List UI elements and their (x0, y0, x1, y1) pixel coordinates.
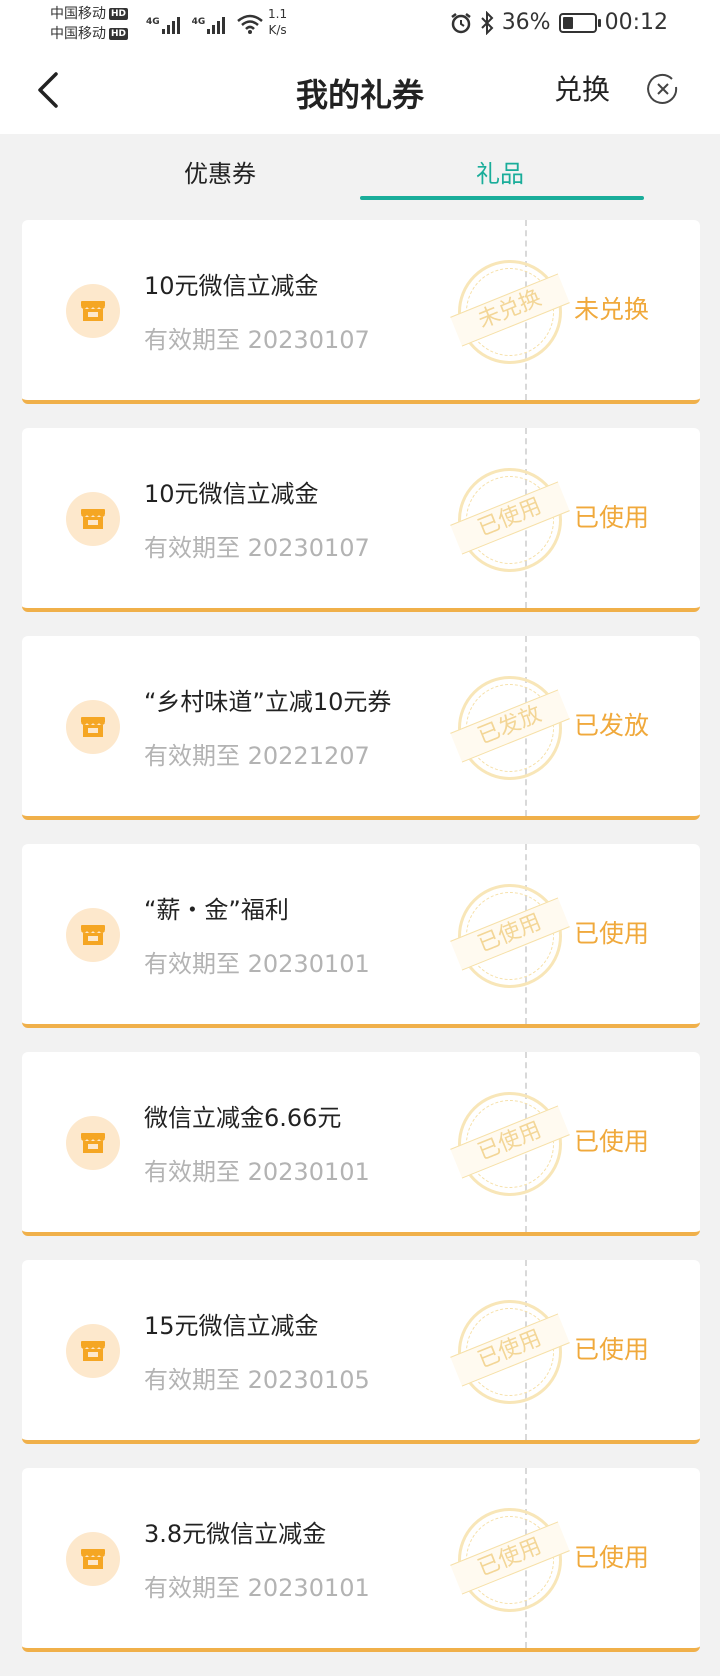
gift-title: 10元微信立减金 (144, 272, 319, 300)
gift-expiry-date: 有效期至 20230101 (144, 950, 370, 978)
shop-icon (66, 1532, 120, 1586)
signal-icon: 4G (146, 17, 180, 34)
network-type: 4G (146, 17, 160, 27)
gift-title: “薪・金”福利 (144, 896, 289, 924)
gift-card[interactable]: 10元微信立减金 有效期至 20230107 已使用 已使用 (22, 428, 700, 612)
status-stamp: 已发放 (450, 676, 570, 780)
tab-gift[interactable]: 礼品 (360, 154, 640, 189)
gift-expiry-date: 有效期至 20230107 (144, 326, 370, 354)
gift-list: 10元微信立减金 有效期至 20230107 未兑换 未兑换 10元微信立减金 … (22, 220, 700, 1676)
gift-expiry-date: 有效期至 20230105 (144, 1366, 370, 1394)
gift-title: 10元微信立减金 (144, 480, 319, 508)
gift-title: 15元微信立减金 (144, 1312, 319, 1340)
tab-coupon[interactable]: 优惠券 (80, 154, 360, 189)
status-stamp: 已使用 (450, 1092, 570, 1196)
gift-card[interactable]: 15元微信立减金 有效期至 20230105 已使用 已使用 (22, 1260, 700, 1444)
gift-status[interactable]: 已使用 (574, 498, 649, 534)
carrier-info: 中国移动 HD 中国移动 HD (50, 4, 129, 44)
gift-expiry-date: 有效期至 20230101 (144, 1574, 370, 1602)
hd-badge: HD (109, 28, 129, 40)
bluetooth-icon (480, 10, 494, 35)
gift-status[interactable]: 已使用 (574, 1122, 649, 1158)
gift-card[interactable]: 10元微信立减金 有效期至 20230107 未兑换 未兑换 (22, 220, 700, 404)
exchange-button[interactable]: 兑换 (554, 68, 610, 108)
system-indicators: 36% 00:12 (450, 10, 668, 35)
gift-status[interactable]: 已使用 (574, 1330, 649, 1366)
gift-status[interactable]: 未兑换 (574, 290, 649, 326)
gift-card[interactable]: 微信立减金6.66元 有效期至 20230101 已使用 已使用 (22, 1052, 700, 1236)
shop-icon (66, 908, 120, 962)
status-stamp: 已使用 (450, 468, 570, 572)
shop-icon (66, 700, 120, 754)
network-type: 4G (191, 17, 206, 27)
active-tab-indicator (360, 196, 644, 200)
gift-status[interactable]: 已发放 (574, 706, 649, 742)
gift-card[interactable]: 3.8元微信立减金 有效期至 20230101 已使用 已使用 (22, 1468, 700, 1652)
status-stamp: 已使用 (450, 1508, 570, 1612)
network-speed: 1.1 K/s (268, 7, 288, 37)
gift-expiry-date: 有效期至 20221207 (144, 742, 370, 770)
carrier-name: 中国移动 (50, 6, 106, 22)
shop-icon (66, 284, 120, 338)
nav-bar: 我的礼券 兑换 (0, 50, 720, 134)
shop-icon (66, 1324, 120, 1378)
tab-bar: 优惠券 礼品 (0, 134, 720, 204)
shop-icon (66, 1116, 120, 1170)
shop-icon (66, 492, 120, 546)
close-icon[interactable] (646, 72, 680, 106)
gift-expiry-date: 有效期至 20230101 (144, 1158, 370, 1186)
battery-percent: 36% (501, 10, 551, 35)
signal-indicators: 4G 4G (146, 14, 264, 34)
gift-card[interactable]: “乡村味道”立减10元券 有效期至 20221207 已发放 已发放 (22, 636, 700, 820)
gift-status[interactable]: 已使用 (574, 914, 649, 950)
gift-title: 3.8元微信立减金 (144, 1520, 327, 1548)
gift-card[interactable]: “薪・金”福利 有效期至 20230101 已使用 已使用 (22, 844, 700, 1028)
gift-title: 微信立减金6.66元 (144, 1104, 342, 1132)
status-stamp: 已使用 (450, 884, 570, 988)
wifi-icon (237, 14, 264, 34)
status-bar: 中国移动 HD 中国移动 HD 4G 4G 1.1 K/s 36% 00:12 (0, 0, 720, 50)
page-title: 我的礼券 (295, 76, 424, 114)
hd-badge: HD (109, 8, 129, 20)
status-stamp: 已使用 (450, 1300, 570, 1404)
clock: 00:12 (604, 10, 668, 35)
battery-icon (558, 12, 601, 33)
signal-icon: 4G (192, 17, 226, 34)
gift-expiry-date: 有效期至 20230107 (144, 534, 370, 562)
carrier-name: 中国移动 (50, 26, 106, 42)
status-stamp: 未兑换 (450, 260, 570, 364)
alarm-icon (450, 12, 471, 33)
gift-status[interactable]: 已使用 (574, 1538, 649, 1574)
gift-title: “乡村味道”立减10元券 (144, 688, 392, 716)
